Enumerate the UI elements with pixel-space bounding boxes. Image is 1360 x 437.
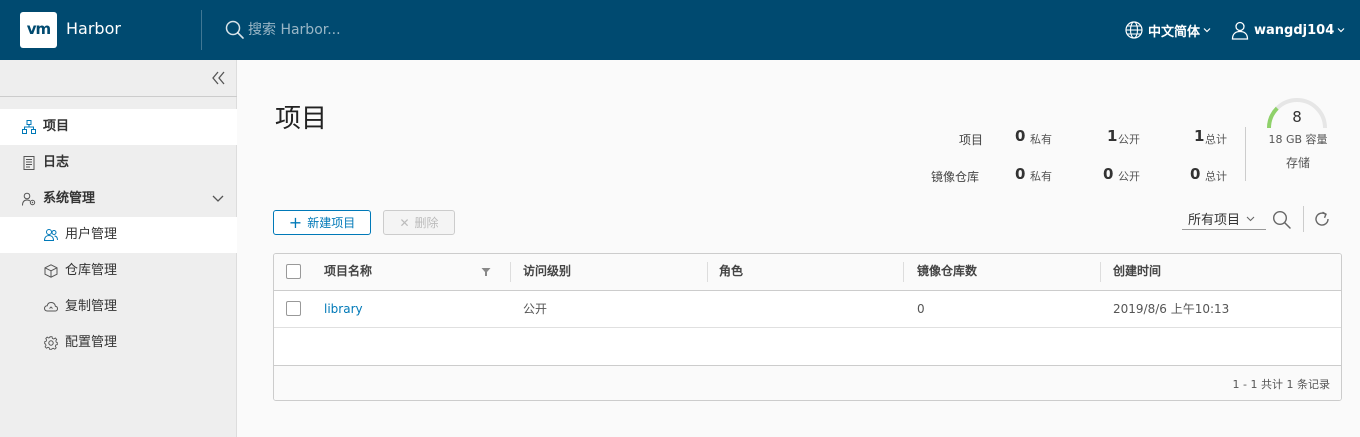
vmware-logo[interactable]: vm [20,12,57,48]
storage-capacity: 18 GB 容量 [1268,133,1328,146]
search-icon[interactable] [1272,210,1292,230]
chevron-down-icon [1203,28,1211,33]
pagination-summary: 1 - 1 共计 1 条记录 [1232,378,1330,391]
sidebar-item-label: 用户管理 [65,227,118,242]
column-header-created[interactable]: 创建时间 [1113,254,1161,290]
sidebar-item-replications[interactable]: 复制管理 [0,289,237,325]
cube-icon [44,264,58,278]
projects-table: 项目名称 访问级别 角色 镜像仓库数 创建时间 library 公开 0 201… [273,253,1342,401]
user-icon [1231,21,1249,40]
column-divider [707,262,708,282]
double-chevron-left-icon[interactable] [210,69,228,87]
new-project-button[interactable]: + 新建项目 [273,210,371,235]
stats-total-label: 总计 [1205,133,1227,146]
stats-repos-label: 镜像仓库 [931,170,980,184]
new-project-label: 新建项目 [307,216,356,230]
sidebar-item-label: 配置管理 [65,335,118,350]
project-name-link[interactable]: library [324,301,363,317]
stats-public-label: 公开 [1118,170,1140,183]
storage-label: 存储 [1285,156,1310,170]
chevron-down-icon [1246,216,1255,221]
sidebar-item-projects[interactable]: 项目 [0,109,237,145]
stats-public-label: 公开 [1118,133,1140,146]
sidebar-item-label: 项目 [43,119,70,134]
logo-text: vm [26,20,51,38]
delete-label: 删除 [414,216,439,230]
project-tree-icon [22,120,36,134]
app-title[interactable]: Harbor [66,19,121,39]
cloud-sync-icon [44,301,58,312]
sidebar: 项目 日志 系统管理 用户管理 仓库管理 复制管理 配置管理 [0,60,237,437]
top-header: vm Harbor 中文简体 wangdj104 [0,0,1360,60]
storage-count: 8 [1292,108,1302,126]
column-header-role[interactable]: 角色 [719,254,743,290]
header-divider [201,10,202,50]
globe-icon [1125,21,1143,39]
row-checkbox[interactable] [286,301,301,316]
close-icon: ✕ [399,215,410,230]
toolbar-divider [1303,206,1304,232]
column-divider [510,262,511,282]
stats-repos-private-count: 0 [1015,165,1026,183]
sidebar-item-label: 复制管理 [65,299,118,314]
table-row: library 公开 0 2019/8/6 上午10:13 [274,291,1341,328]
sidebar-item-label: 系统管理 [43,191,96,206]
refresh-icon[interactable] [1313,210,1331,228]
user-menu[interactable]: wangdj104 [1230,18,1345,42]
sidebar-item-label: 日志 [43,155,70,170]
stats-projects-private-count: 0 [1015,127,1026,145]
chevron-down-icon[interactable] [211,193,225,205]
column-divider [903,262,904,282]
admin-user-gear-icon [22,192,36,206]
delete-button[interactable]: ✕ 删除 [383,210,455,235]
language-selector[interactable]: 中文简体 [1124,18,1211,42]
sidebar-item-logs[interactable]: 日志 [0,145,237,181]
sidebar-item-user-management[interactable]: 用户管理 [0,217,237,253]
stats-total-label: 总计 [1205,170,1227,183]
language-label: 中文简体 [1148,24,1201,40]
global-search-input[interactable] [248,20,488,40]
sidebar-item-configuration[interactable]: 配置管理 [0,325,237,361]
log-document-icon [23,156,35,170]
access-level-cell: 公开 [523,302,548,316]
table-footer: 1 - 1 共计 1 条记录 [274,365,1341,400]
plus-icon: + [288,212,303,232]
project-filter-select[interactable]: 所有项目 [1182,208,1266,230]
chevron-down-icon [1337,28,1345,33]
sidebar-item-label: 仓库管理 [65,263,118,278]
table-header: 项目名称 访问级别 角色 镜像仓库数 创建时间 [274,254,1341,291]
stats-divider [1245,127,1246,181]
search-icon [225,20,244,39]
column-divider [1100,262,1101,282]
column-header-repo-count[interactable]: 镜像仓库数 [917,254,977,290]
select-all-checkbox[interactable] [286,264,301,279]
stats-repos-total-count: 0 [1190,165,1201,183]
stats-private-label: 私有 [1030,170,1052,183]
column-header-name[interactable]: 项目名称 [324,254,372,290]
gear-icon [44,336,58,350]
created-time-cell: 2019/8/6 上午10:13 [1113,302,1230,316]
page-title: 项目 [275,104,328,134]
username-label: wangdj104 [1254,22,1335,38]
stats-private-label: 私有 [1030,133,1052,146]
stats-repos-public-count: 0 [1103,165,1114,183]
stats-projects-total-count: 1 [1194,127,1205,145]
filter-icon[interactable] [481,267,491,277]
users-icon [44,229,58,241]
sidebar-item-administration[interactable]: 系统管理 [0,181,237,217]
column-header-access[interactable]: 访问级别 [523,254,571,290]
stats-projects-label: 项目 [959,133,984,147]
stats-projects-public-count: 1 [1107,127,1118,145]
sidebar-divider [0,96,237,97]
sidebar-item-registries[interactable]: 仓库管理 [0,253,237,289]
repo-count-cell: 0 [917,302,925,316]
project-filter-label: 所有项目 [1188,213,1241,228]
